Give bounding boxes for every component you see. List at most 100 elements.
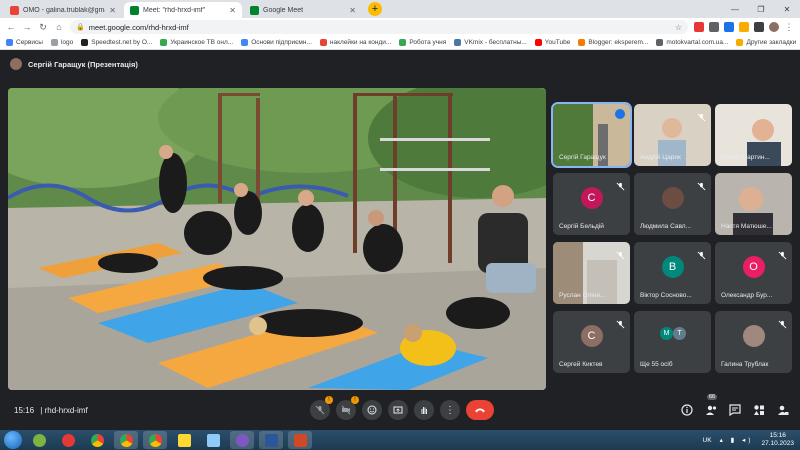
side-panel-controls: 66 (680, 394, 790, 417)
profile-avatar[interactable] (769, 22, 779, 32)
clock[interactable]: 15:16 27.10.2023 (761, 432, 794, 448)
meet-area: Сергій Гаращук (Презентація) Сергій Гара… (0, 50, 800, 430)
youtube-icon (534, 39, 542, 46)
tab-google-meet[interactable]: Google Meet ✕ (244, 2, 362, 18)
participant-avatar: Т (673, 327, 686, 340)
taskbar-app-chrome[interactable] (114, 431, 138, 449)
host-controls-button[interactable] (776, 403, 790, 417)
present-screen-icon (393, 406, 403, 414)
raise-hand-button[interactable] (414, 400, 434, 420)
tab-gmail[interactable]: ОМО - galina.trublak@gmail.com ✕ (4, 2, 122, 18)
participant-name: Людмила Савл... (640, 223, 692, 230)
participant-tile[interactable]: В Віктор Сосново... (634, 242, 711, 304)
present-screen-button[interactable] (388, 400, 408, 420)
taskbar-app-powerpoint[interactable] (288, 431, 312, 449)
chrome-icon (119, 433, 133, 447)
taskbar-app-word[interactable] (259, 431, 283, 449)
close-icon[interactable]: ✕ (349, 6, 356, 15)
bookmark-item[interactable]: VKmix - бесплатны... (454, 39, 527, 46)
new-tab-button[interactable]: + (368, 2, 382, 16)
taskbar-app-paint[interactable] (201, 431, 225, 449)
people-button[interactable]: 66 (704, 394, 718, 417)
extension-icon[interactable] (724, 22, 734, 32)
participant-name: Галина Трублак (721, 361, 769, 368)
close-icon[interactable]: ✕ (229, 6, 236, 15)
participant-tile-more[interactable]: М Т Ще 55 осіб (634, 311, 711, 373)
hand-icon (421, 407, 427, 414)
minimize-icon[interactable]: — (722, 0, 748, 18)
participant-name: Ще 55 осіб (640, 361, 673, 368)
chrome-icon (148, 433, 162, 447)
chat-icon (729, 404, 741, 416)
presenter-avatar (10, 58, 22, 70)
bookmark-star-icon[interactable]: ☆ (675, 23, 682, 32)
participant-tile[interactable]: Руслан Оліни... (553, 242, 630, 304)
windows-taskbar: UK ▴ ▮ ◂) 15:16 27.10.2023 (0, 430, 800, 450)
forward-icon[interactable]: → (22, 22, 32, 32)
start-button[interactable] (4, 431, 22, 449)
participant-tile[interactable]: Настя Матюше... (715, 173, 792, 235)
blogger-icon (578, 39, 586, 46)
back-icon[interactable]: ← (6, 22, 16, 32)
bookmark-item[interactable]: Blogger: eksperem... (578, 39, 648, 46)
bookmark-item[interactable]: наклейки на конди... (319, 39, 391, 46)
more-options-icon[interactable] (615, 109, 625, 119)
meet-icon (250, 5, 259, 15)
microphone-button[interactable]: ! (310, 396, 333, 420)
participant-tile[interactable]: Сергій Гаращук (551, 102, 632, 168)
tab-meet-active[interactable]: Meet: "rhd-hrxd-imf" ✕ (124, 2, 242, 18)
bookmark-item[interactable]: Speedtest.net by O... (81, 39, 152, 46)
bookmark-item[interactable]: Сервисы (6, 39, 43, 46)
emoji-button[interactable] (362, 400, 382, 420)
taskbar-app-kaspersky[interactable] (56, 431, 80, 449)
taskbar-app-explorer[interactable] (27, 431, 51, 449)
reload-icon[interactable]: ↻ (38, 22, 48, 33)
people-count-badge: 66 (707, 394, 718, 400)
bookmark-item[interactable]: motokvartal.com.ua... (656, 39, 728, 46)
participant-tile[interactable]: Галина Трублак (715, 311, 792, 373)
activities-button[interactable] (752, 403, 766, 417)
menu-icon[interactable]: ⋮ (784, 22, 794, 32)
bookmark-item[interactable]: Основи підприємн... (241, 39, 312, 46)
bookmark-item[interactable]: YouTube (534, 39, 570, 46)
tray-icons[interactable]: ▴ ▮ ◂) (720, 436, 754, 444)
language-indicator[interactable]: UK (703, 437, 712, 444)
viber-icon (235, 433, 249, 447)
taskbar-app-folder[interactable] (172, 431, 196, 449)
mic-off-icon (616, 247, 625, 260)
close-window-icon[interactable]: ✕ (774, 0, 800, 18)
bookmark-item[interactable]: Робота учня (399, 39, 446, 46)
presentation-stage[interactable] (8, 88, 546, 390)
participant-tile[interactable]: Віктор Мартин... (715, 104, 792, 166)
end-call-button[interactable] (466, 400, 494, 420)
extension-icon[interactable] (694, 22, 704, 32)
taskbar-app-chrome[interactable] (143, 431, 167, 449)
extensions-puzzle-icon[interactable] (754, 22, 764, 32)
participant-tile[interactable]: С Сергей Киктев (553, 311, 630, 373)
participant-tile[interactable]: О Олександр Бур... (715, 242, 792, 304)
taskbar-app-viber[interactable] (230, 431, 254, 449)
chat-button[interactable] (728, 403, 742, 417)
participant-name: Сергій Гаращук (559, 154, 606, 161)
bookmark-item[interactable]: logo (50, 39, 73, 46)
close-icon[interactable]: ✕ (109, 6, 116, 15)
home-icon[interactable]: ⌂ (54, 22, 64, 32)
taskbar-app-chrome[interactable] (85, 431, 109, 449)
extension-icon[interactable] (739, 22, 749, 32)
explorer-icon (32, 433, 46, 447)
participant-avatar: С (580, 187, 603, 209)
participant-tile[interactable]: Людмила Савл... (634, 173, 711, 235)
meeting-details-icon[interactable] (680, 403, 694, 417)
participant-tile[interactable]: Андрій Царик (634, 104, 711, 166)
camera-off-icon (341, 405, 351, 415)
maximize-icon[interactable]: ❐ (748, 0, 774, 18)
participant-tile[interactable]: С Сергій Бельдій (553, 173, 630, 235)
extension-icon[interactable] (709, 22, 719, 32)
mic-off-icon (616, 178, 625, 191)
bookmark-item[interactable]: Украинское ТВ онл... (160, 39, 233, 46)
other-bookmarks[interactable]: Другие закладки (736, 39, 796, 46)
address-bar[interactable]: 🔒 meet.google.com/rhd-hrxd-imf ☆ (70, 20, 688, 34)
bookmark-favicon-icon (656, 39, 664, 46)
camera-button[interactable]: ! (336, 396, 359, 420)
more-options-button[interactable]: ⋮ (440, 400, 460, 420)
